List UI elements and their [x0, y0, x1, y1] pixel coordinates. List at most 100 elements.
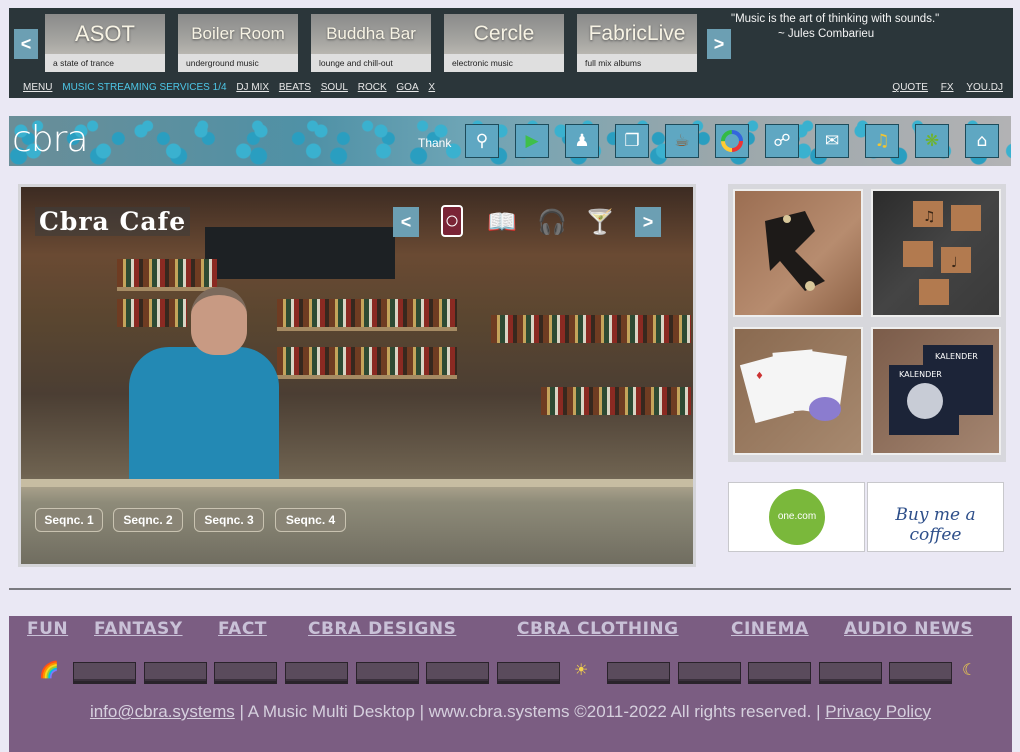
- sequence-2-button[interactable]: Seqnc. 2: [113, 508, 183, 532]
- gallery-headphone-stand[interactable]: [733, 189, 863, 317]
- card-icon[interactable]: [439, 205, 465, 239]
- privacy-policy-link[interactable]: Privacy Policy: [825, 702, 931, 721]
- bartender: [129, 347, 279, 487]
- station-boiler-room[interactable]: Boiler Room underground music: [178, 14, 298, 72]
- station-subtitle: lounge and chill-out: [319, 58, 393, 68]
- nav-beats[interactable]: BEATS: [279, 82, 311, 93]
- bottle-shelf: [277, 347, 457, 375]
- station-title: FabricLive: [577, 14, 697, 54]
- station-subtitle: electronic music: [452, 58, 513, 68]
- sequence-4-button[interactable]: Seqnc. 4: [275, 508, 346, 532]
- theme-swatch-7[interactable]: [497, 662, 560, 682]
- footer-link-cbra-clothing[interactable]: CBRA CLOTHING: [517, 619, 679, 639]
- nav-fx[interactable]: FX: [941, 82, 954, 93]
- station-cercle[interactable]: Cercle electronic music: [444, 14, 564, 72]
- theme-swatch-10[interactable]: [748, 662, 811, 682]
- stations-prev-button[interactable]: <: [14, 29, 38, 59]
- station-title: Cercle: [444, 14, 564, 54]
- nav-menu[interactable]: MENU: [23, 82, 52, 93]
- cbra-logo[interactable]: cbra: [12, 119, 89, 160]
- bottle-shelf: [491, 315, 691, 343]
- station-buddha-bar[interactable]: Buddha Bar lounge and chill-out: [311, 14, 431, 72]
- product-gallery: ♫ ♩ ♦ KALENDER KALENDER: [728, 184, 1006, 462]
- search-icon[interactable]: ⚲: [465, 124, 499, 158]
- theme-swatch-12[interactable]: [889, 662, 952, 682]
- gallery-coasters[interactable]: ♫ ♩: [871, 189, 1001, 317]
- svg-text:KALENDER: KALENDER: [935, 352, 978, 361]
- shelf: [117, 287, 217, 291]
- menu-board: [205, 227, 395, 279]
- footer-link-cinema[interactable]: CINEMA: [731, 619, 809, 639]
- footer-link-fantasy[interactable]: FANTASY: [94, 619, 183, 639]
- bottle-shelf: [117, 299, 187, 327]
- theme-swatch-2[interactable]: [144, 662, 207, 682]
- station-subtitle: underground music: [186, 58, 259, 68]
- book-icon[interactable]: 📖: [485, 205, 519, 239]
- theme-swatch-8[interactable]: [607, 662, 670, 682]
- cocktail-icon[interactable]: 🍸: [585, 205, 615, 239]
- coffee-cup-icon[interactable]: ☕: [665, 124, 699, 158]
- headphones-icon[interactable]: 🎧: [535, 205, 569, 239]
- bottle-shelf: [277, 299, 457, 327]
- scene-prev-button[interactable]: <: [393, 207, 419, 237]
- cafe-video-frame: Cbra Cafe < 📖 🎧 🍸 > Seqnc. 1 Seqnc. 2 Se…: [18, 184, 696, 567]
- rainbow-icon[interactable]: 🌈: [39, 660, 59, 679]
- sun-icon[interactable]: ☀: [574, 660, 588, 679]
- nav-you-dj[interactable]: YOU.DJ: [966, 82, 1003, 93]
- streaming-services-panel: < ASOT a state of trance Boiler Room und…: [9, 8, 1013, 98]
- theme-swatch-4[interactable]: [285, 662, 348, 682]
- chat-icon[interactable]: ✉: [815, 124, 849, 158]
- color-wheel-icon[interactable]: [715, 124, 749, 158]
- nav-goa[interactable]: GOA: [396, 82, 418, 93]
- theme-swatch-11[interactable]: [819, 662, 882, 682]
- scene-title: Cbra Cafe: [35, 207, 191, 236]
- users-icon[interactable]: ♟: [565, 124, 599, 158]
- nav-soul[interactable]: SOUL: [321, 82, 348, 93]
- nav-x[interactable]: X: [428, 82, 435, 93]
- footer-link-audio-news[interactable]: AUDIO NEWS: [844, 619, 973, 639]
- logo-toolbar: cbra Thank ⚲ ▶ ♟ ❐ ☕ ☍ ✉ ♫ ❋ ⌂: [9, 116, 1011, 166]
- music-note-icon[interactable]: ♫: [865, 124, 899, 158]
- palm-tree-icon[interactable]: ❋: [915, 124, 949, 158]
- footer-link-fun[interactable]: FUN: [27, 619, 68, 639]
- buy-me-a-coffee-banner[interactable]: Buy me a coffee: [867, 482, 1004, 552]
- theme-swatch-6[interactable]: [426, 662, 489, 682]
- footer-email-link[interactable]: info@cbra.systems: [90, 702, 235, 721]
- bartender-head: [191, 287, 247, 355]
- sequence-1-button[interactable]: Seqnc. 1: [35, 508, 103, 532]
- scene-next-button[interactable]: >: [635, 207, 661, 237]
- gallery-playing-cards[interactable]: ♦: [733, 327, 863, 455]
- quote-text: "Music is the art of thinking with sound…: [731, 13, 940, 25]
- bottle-shelf: [117, 259, 217, 287]
- stations-next-button[interactable]: >: [707, 29, 731, 59]
- moon-icon[interactable]: ☾: [962, 660, 976, 679]
- theme-swatch-5[interactable]: [356, 662, 419, 682]
- quote: "Music is the art of thinking with sound…: [731, 12, 961, 42]
- theme-swatch-1[interactable]: [73, 662, 136, 682]
- theme-swatch-9[interactable]: [678, 662, 741, 682]
- footer-link-cbra-designs[interactable]: CBRA DESIGNS: [308, 619, 456, 639]
- nav-rock[interactable]: ROCK: [358, 82, 387, 93]
- gallery-calendar[interactable]: KALENDER KALENDER: [871, 327, 1001, 455]
- nav-quote[interactable]: QUOTE: [892, 82, 928, 93]
- footer: FUN FANTASY FACT CBRA DESIGNS CBRA CLOTH…: [9, 616, 1012, 752]
- station-title: Buddha Bar: [311, 14, 431, 54]
- nav-dj-mix[interactable]: DJ MIX: [236, 82, 269, 93]
- footer-link-fact[interactable]: FACT: [218, 619, 267, 639]
- onecom-banner[interactable]: one.com: [728, 482, 865, 552]
- quote-author: ~ Jules Combarieu: [778, 28, 875, 40]
- svg-text:♦: ♦: [755, 371, 764, 382]
- svg-text:♫: ♫: [923, 209, 936, 225]
- theme-swatch-3[interactable]: [214, 662, 277, 682]
- documents-icon[interactable]: ❐: [615, 124, 649, 158]
- buy-me-a-coffee-text: Buy me a coffee: [895, 505, 976, 545]
- play-icon[interactable]: ▶: [515, 124, 549, 158]
- link-icon[interactable]: ☍: [765, 124, 799, 158]
- sequence-3-button[interactable]: Seqnc. 3: [194, 508, 264, 532]
- station-fabriclive[interactable]: FabricLive full mix albums: [577, 14, 697, 72]
- station-title: ASOT: [45, 14, 165, 54]
- station-title: Boiler Room: [178, 14, 298, 54]
- station-asot[interactable]: ASOT a state of trance: [45, 14, 165, 72]
- home-icon[interactable]: ⌂: [965, 124, 999, 158]
- cafe-scene[interactable]: Cbra Cafe < 📖 🎧 🍸 > Seqnc. 1 Seqnc. 2 Se…: [21, 187, 693, 564]
